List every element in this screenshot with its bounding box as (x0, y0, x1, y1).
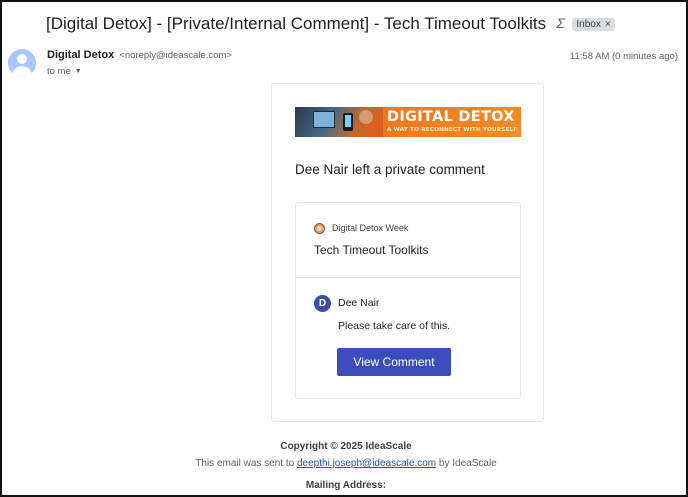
sent-to-prefix: This email was sent to (195, 458, 297, 469)
chevron-down-icon[interactable]: ▼ (75, 68, 82, 75)
comment-text: Please take care of this. (338, 320, 451, 332)
sender-name[interactable]: Digital Detox (47, 49, 114, 61)
subject-row: [Digital Detox] - [Private/Internal Comm… (46, 14, 615, 34)
smartphone-icon (343, 113, 353, 131)
digital-detox-banner: DIGITAL DETOX A WAY TO RECONNECT WITH YO… (295, 107, 521, 137)
recipient-details[interactable]: to me ▼ (47, 66, 82, 77)
sender-avatar[interactable] (8, 49, 36, 77)
commenter-name: Dee Nair (338, 297, 380, 309)
email-window: [Digital Detox] - [Private/Internal Comm… (0, 0, 688, 497)
inbox-label-text: Inbox (576, 18, 601, 30)
idea-title: Tech Timeout Toolkits (314, 243, 429, 257)
comment-card-divider (296, 277, 520, 278)
sender-line: Digital Detox <noreply@ideascale.com> (47, 49, 232, 61)
avatar-head-shape (17, 54, 27, 64)
commenter-avatar: D (314, 295, 331, 312)
person-icon (359, 110, 373, 124)
footer-copyright: Copyright © 2025 IdeaScale (280, 441, 412, 452)
email-subject: [Digital Detox] - [Private/Internal Comm… (46, 14, 547, 33)
recipient-label: to me (47, 66, 71, 77)
important-marker-icon[interactable]: 𝛴 (556, 16, 564, 32)
sent-to-suffix: by IdeaScale (436, 458, 497, 469)
banner-title: DIGITAL DETOX (387, 109, 515, 125)
footer-mailing-address: Mailing Address: (305, 480, 387, 491)
recipient-email-link[interactable]: deepthi.joseph@ideascale.com (297, 458, 436, 469)
monitor-icon (313, 111, 335, 128)
email-timestamp: 11:58 AM (0 minutes ago) (569, 51, 678, 62)
campaign-icon (314, 223, 325, 234)
sender-email: <noreply@ideascale.com> (119, 50, 232, 61)
notification-headline: Dee Nair left a private comment (295, 162, 485, 177)
footer-sent-to: This email was sent to deepthi.joseph@id… (2, 458, 686, 469)
inbox-label-chip[interactable]: Inbox × (572, 17, 615, 31)
campaign-name: Digital Detox Week (332, 223, 409, 233)
avatar-body-shape (12, 66, 32, 77)
banner-illustration (295, 107, 383, 137)
banner-subtitle: A WAY TO RECONNECT WITH YOURSELF (387, 127, 518, 133)
remove-label-icon[interactable]: × (605, 19, 611, 30)
view-comment-button[interactable]: View Comment (337, 348, 451, 376)
